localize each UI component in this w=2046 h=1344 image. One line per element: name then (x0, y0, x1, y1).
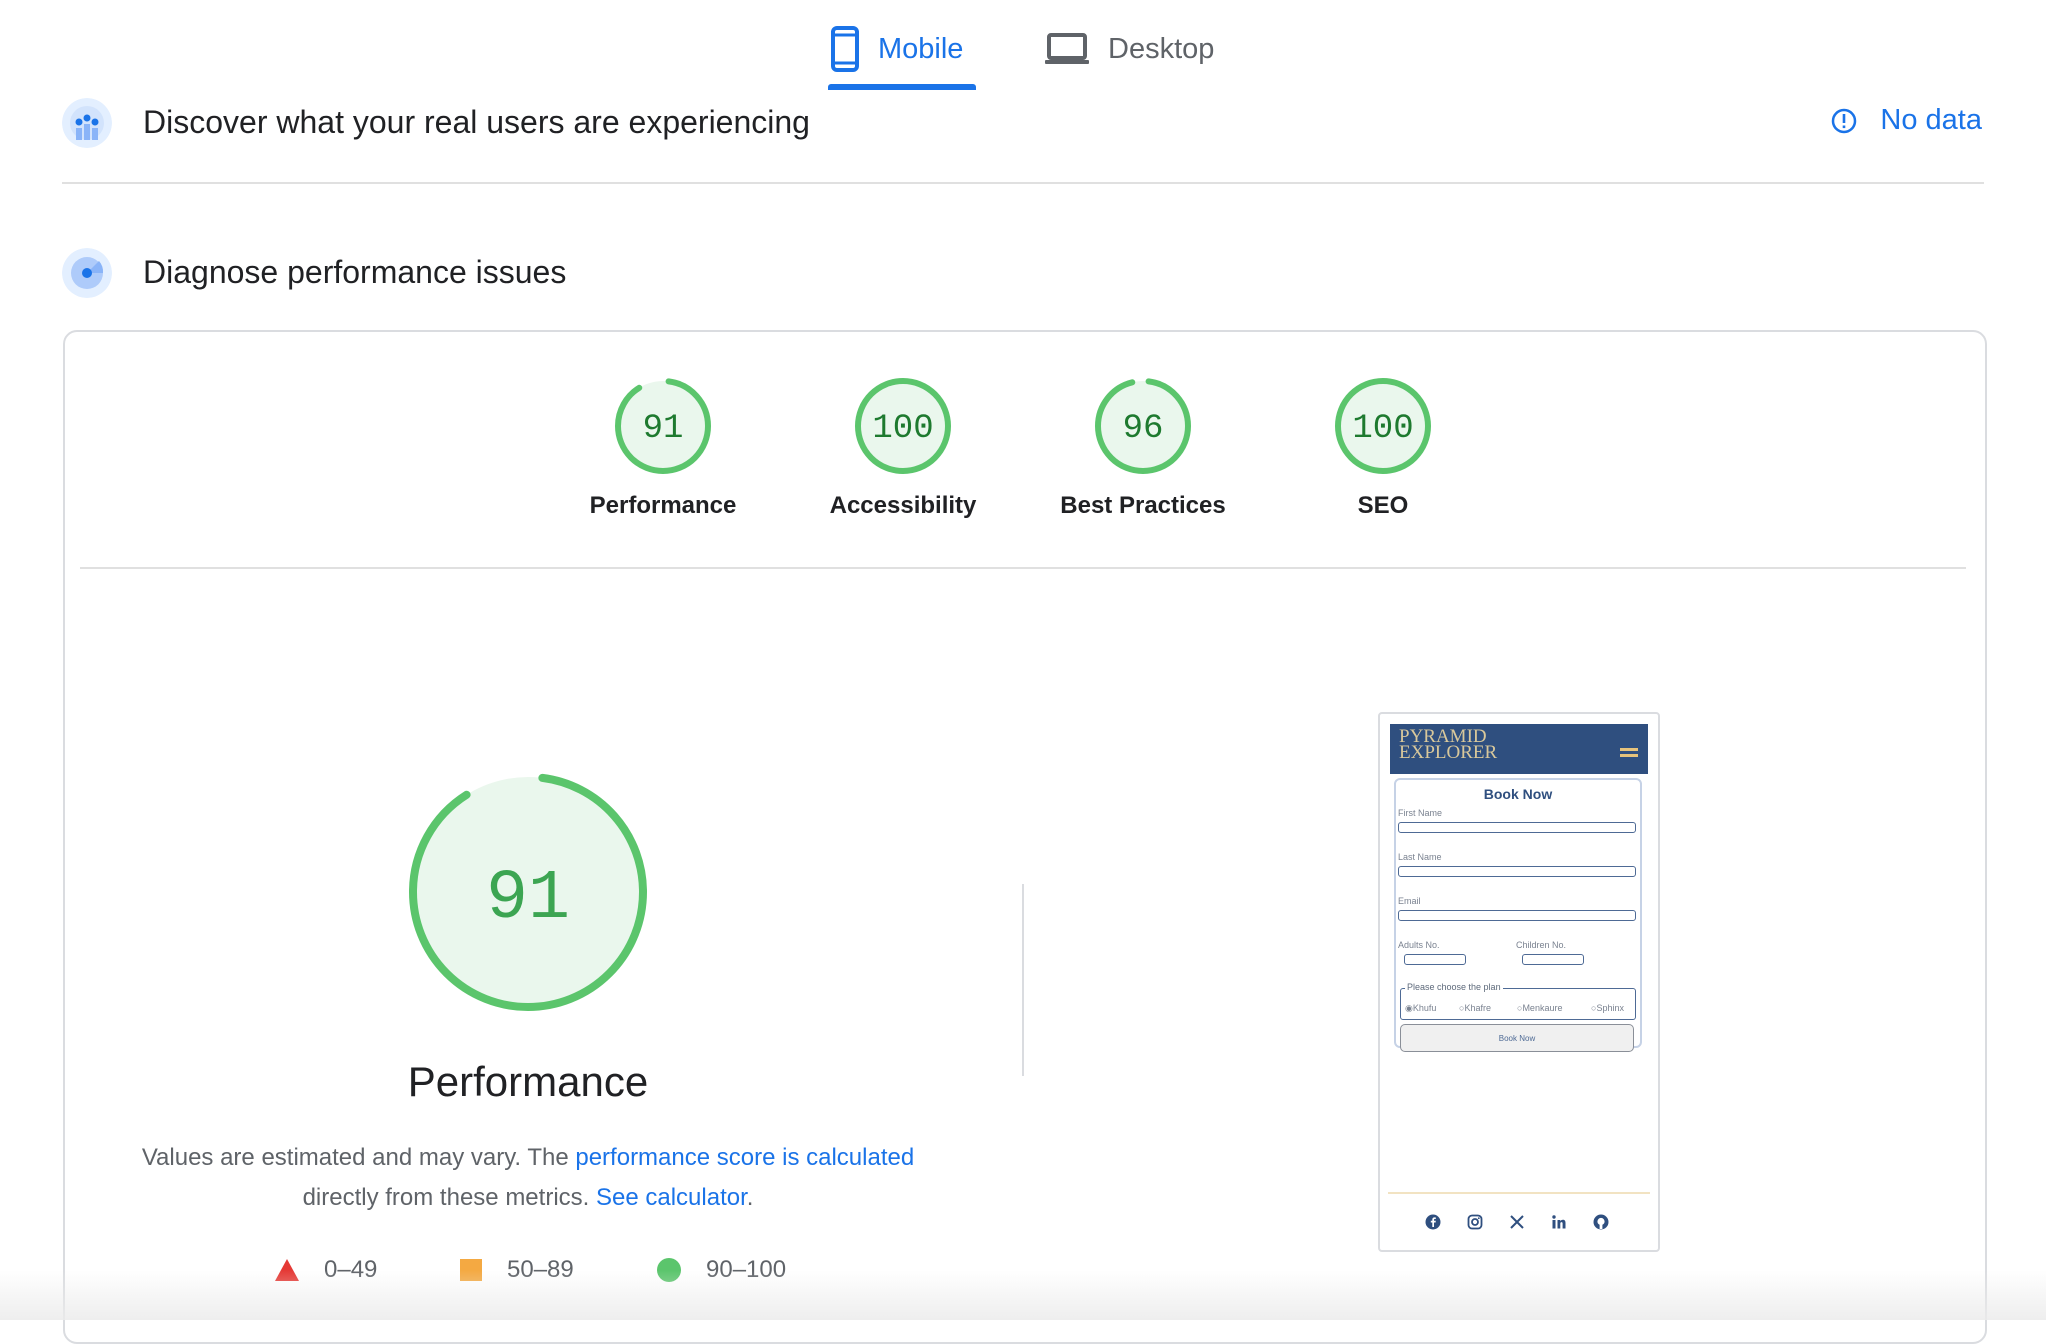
tab-desktop[interactable]: Desktop (1044, 14, 1214, 84)
performance-gauge-large: 91 (409, 773, 647, 1011)
hamburger-menu-icon (1620, 748, 1638, 757)
preview-booking-form: Book Now First Name Last Name Email Adul… (1394, 778, 1642, 1052)
score-value: 100 (1352, 410, 1413, 448)
score-gauge-accessibility[interactable]: 100 Accessibility (783, 376, 1023, 520)
desc-text-2: directly from these metrics. (302, 1184, 596, 1211)
section-divider (62, 182, 1984, 184)
legend-item-fail: 0–49 (274, 1256, 377, 1284)
preview-plan-legend: Please choose the plan (1405, 982, 1503, 992)
legend-range: 50–89 (507, 1256, 574, 1283)
preview-label-children: Children No. (1516, 940, 1567, 950)
score-value: 96 (1123, 410, 1164, 448)
tab-mobile-label: Mobile (878, 32, 964, 65)
score-label: Accessibility (829, 492, 977, 519)
circle-icon (657, 1258, 681, 1282)
score-label: Performance (589, 492, 737, 519)
preview-children-input (1522, 954, 1584, 965)
tab-mobile[interactable]: Mobile (830, 14, 963, 84)
preview-radio-label: Sphinx (1596, 1003, 1624, 1013)
score-gauge-best-practices[interactable]: 96 Best Practices (1023, 376, 1263, 520)
performance-description: Values are estimated and may vary. The p… (120, 1138, 936, 1218)
triangle-icon (275, 1259, 299, 1281)
diagnose-title: Diagnose performance issues (143, 254, 567, 290)
desc-text-3: . (746, 1184, 754, 1211)
preview-label-first-name: First Name (1398, 808, 1443, 818)
card-divider (80, 567, 1966, 569)
performance-score-value: 91 (486, 860, 570, 939)
preview-email-input (1398, 910, 1636, 921)
see-calculator-link[interactable]: See calculator (596, 1184, 747, 1211)
preview-last-name-input (1398, 866, 1636, 877)
no-data-label: No data (1880, 104, 1982, 136)
score-ring: 91 (615, 378, 711, 474)
preview-radio-khafre: ○Khafre (1459, 1003, 1491, 1013)
preview-header: PYRAMID EXPLORER (1390, 724, 1648, 774)
tab-desktop-label: Desktop (1108, 32, 1215, 65)
preview-submit-button: Book Now (1400, 1024, 1634, 1052)
preview-footer-divider (1388, 1192, 1650, 1194)
score-gauge-performance[interactable]: 91 Performance (543, 376, 783, 520)
preview-radio-menkaure: ○Menkaure (1517, 1003, 1563, 1013)
preview-radio-sphinx: ○Sphinx (1591, 1003, 1624, 1013)
laptop-icon (1045, 33, 1089, 64)
instagram-icon (1467, 1214, 1483, 1230)
preview-radio-label: Khafre (1464, 1003, 1491, 1013)
field-data-status[interactable]: No data (1830, 104, 1982, 137)
square-icon (460, 1259, 482, 1281)
lighthouse-icon (62, 248, 112, 298)
preview-logo-line2: EXPLORER (1399, 742, 1498, 763)
legend-range: 0–49 (324, 1256, 378, 1283)
smartphone-icon (831, 26, 859, 72)
score-label: Best Practices (1060, 492, 1226, 519)
preview-form-title: Book Now (1483, 786, 1553, 802)
preview-plan-fieldset: Please choose the plan ◉Khufu ○Khafre ○M… (1400, 982, 1636, 1020)
vertical-divider (1022, 884, 1024, 1076)
users-chart-icon (62, 98, 112, 148)
preview-label-email: Email (1398, 896, 1421, 906)
facebook-icon (1425, 1214, 1441, 1230)
legend-item-average: 50–89 (459, 1256, 574, 1284)
x-icon (1510, 1215, 1524, 1229)
preview-first-name-input (1398, 822, 1636, 833)
score-ring: 100 (855, 378, 951, 474)
info-icon (1832, 108, 1857, 133)
score-value: 91 (643, 410, 684, 448)
desc-text-1: Values are estimated and may vary. The (141, 1144, 576, 1171)
preview-adults-input (1404, 954, 1466, 965)
score-gauge-seo[interactable]: 100 SEO (1263, 376, 1503, 520)
preview-radio-label: Menkaure (1522, 1003, 1563, 1013)
github-icon (1593, 1214, 1609, 1230)
tab-selected-indicator (828, 84, 976, 90)
legend-range: 90–100 (706, 1256, 787, 1283)
score-ring: 100 (1335, 378, 1431, 474)
score-ring: 96 (1095, 378, 1191, 474)
page-screenshot-preview: PYRAMID EXPLORER Book Now First Name Las… (1378, 712, 1660, 1252)
performance-title: Performance (407, 1058, 649, 1105)
field-data-title: Discover what your real users are experi… (143, 104, 810, 140)
linkedin-icon (1552, 1215, 1566, 1229)
preview-label-last-name: Last Name (1398, 852, 1442, 862)
legend-item-pass: 90–100 (656, 1256, 786, 1284)
preview-radio-label: Khufu (1412, 1003, 1437, 1013)
preview-label-adults: Adults No. (1398, 940, 1440, 950)
preview-logo: PYRAMID EXPLORER (1399, 727, 1498, 763)
score-label: SEO (1357, 492, 1409, 519)
preview-radio-khufu: ◉Khufu (1405, 1003, 1437, 1013)
score-value: 100 (872, 410, 933, 448)
score-calculated-link[interactable]: performance score is calculated (575, 1144, 914, 1171)
